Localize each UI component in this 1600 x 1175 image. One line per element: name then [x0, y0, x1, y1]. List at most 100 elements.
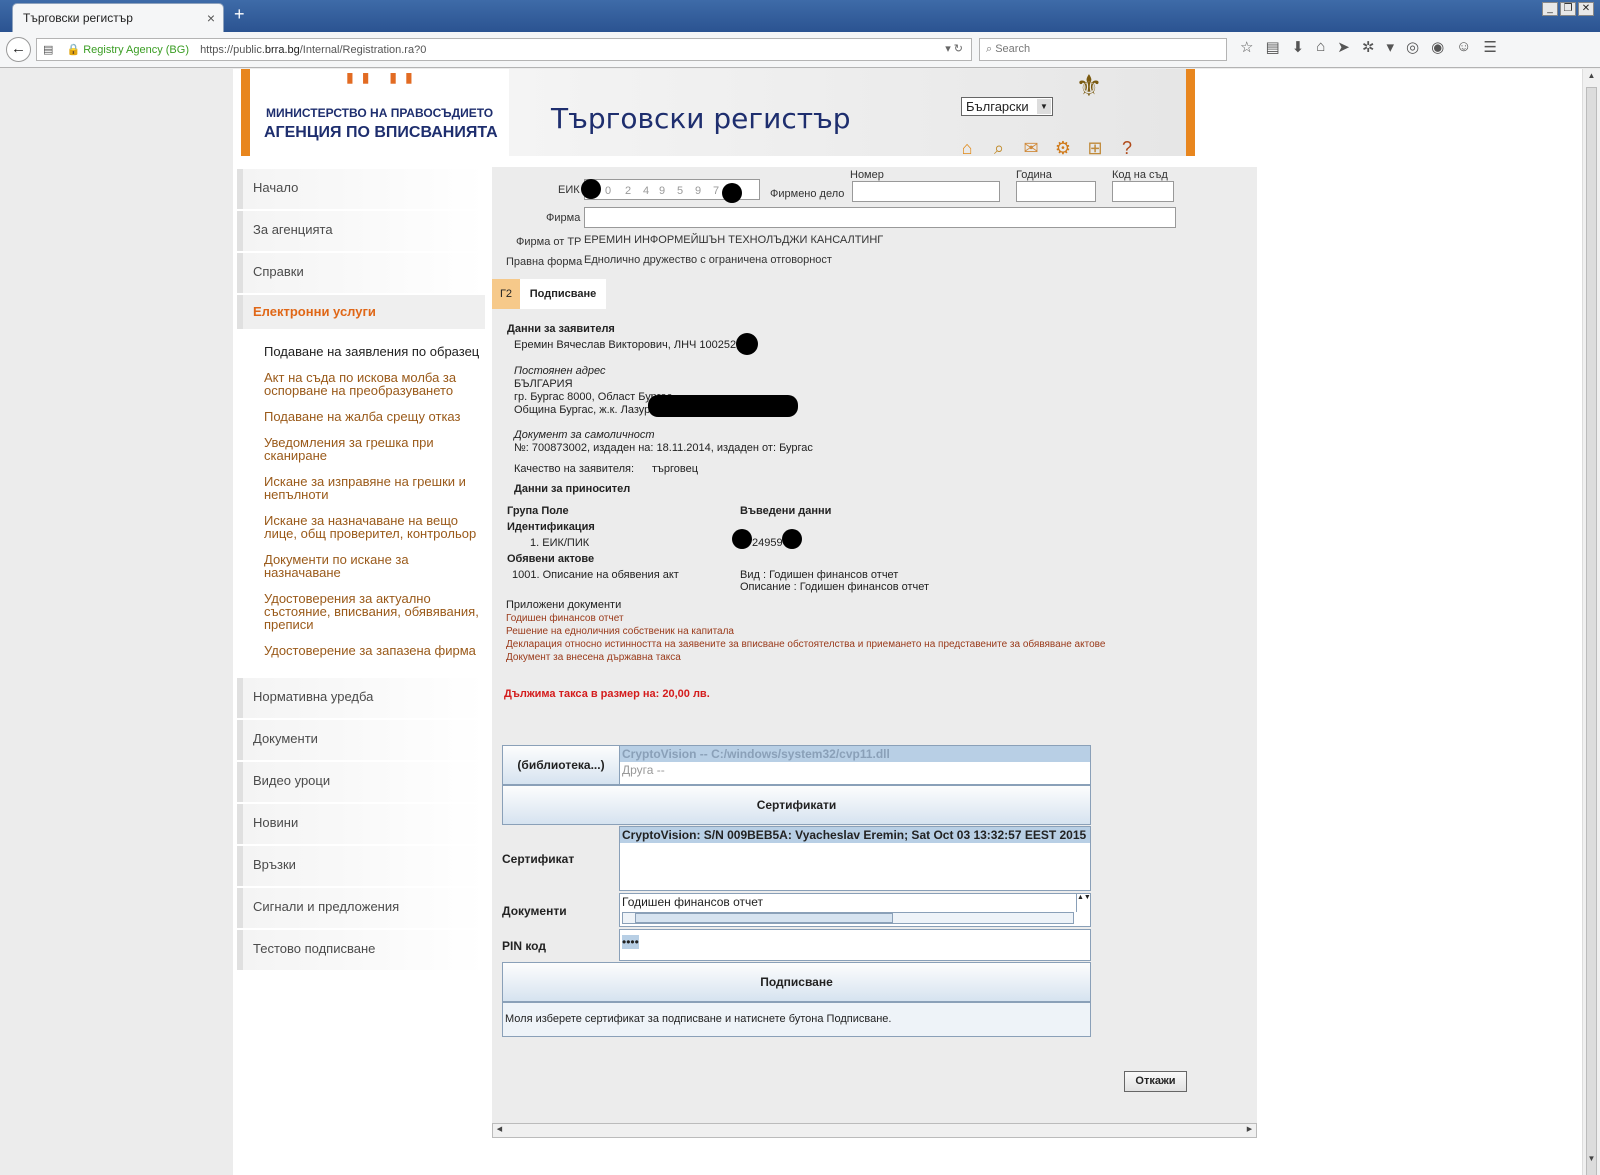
pin-value: •••• — [622, 935, 639, 949]
tab-signing[interactable]: Подписване — [520, 279, 606, 309]
subnav-item[interactable]: Документи по искане за назначаване — [264, 553, 484, 579]
pin-input[interactable]: •••• — [619, 929, 1091, 961]
eik-field-item: 1. ЕИК/ПИК — [530, 537, 590, 549]
library-option[interactable]: Друга -- — [620, 762, 1090, 778]
smiley-icon[interactable]: ☺ — [1456, 38, 1471, 56]
new-tab-icon[interactable]: + — [234, 4, 245, 25]
back-icon[interactable]: ← — [6, 37, 31, 62]
search-icon: ⌕ — [986, 43, 996, 55]
tab-form-code[interactable]: Г2 — [492, 279, 520, 309]
extension-icon[interactable]: ✲ — [1362, 38, 1375, 56]
nav-video-lessons[interactable]: Видео уроци — [237, 762, 485, 802]
address-bar[interactable]: ▤ 🔒 Registry Agency (BG) https://public.… — [36, 38, 972, 61]
subnav-item[interactable]: Подаване на заявления по образец — [264, 345, 484, 358]
main-hscroll[interactable]: ◀ ▶ — [492, 1123, 1257, 1138]
coat-of-arms-icon: ⚜ — [1075, 70, 1103, 103]
search-icon[interactable]: ⌕ — [987, 136, 1011, 160]
identity-badge[interactable]: Registry Agency (BG) — [83, 44, 189, 56]
minimize-icon[interactable]: _ — [1542, 2, 1558, 16]
signer-applet: (библиотека...) CryptoVision -- C:/windo… — [502, 745, 1092, 1037]
nav-feedback[interactable]: Сигнали и предложения — [237, 888, 485, 928]
nav-regulations[interactable]: Нормативна уредба — [237, 678, 485, 718]
site-banner: Търговски регистър ⚜ Български ▼ ⌂ ⌕ ✉ ⚙… — [509, 69, 1195, 158]
library-option[interactable]: CryptoVision -- C:/windows/system32/cvp1… — [620, 746, 1090, 762]
chevron-left-icon[interactable]: ◀ — [494, 1125, 505, 1136]
reader-icon[interactable]: ▤ — [43, 44, 53, 56]
subnav-item[interactable]: Искане за изправяне на грешки и непълнот… — [264, 475, 484, 501]
attachment-link[interactable]: Решение на едноличния собственик на капи… — [506, 626, 734, 637]
court-code-input[interactable] — [1112, 181, 1174, 202]
form-tabs: Г2 Подписване — [492, 279, 606, 309]
pin-label: PIN код — [502, 939, 546, 953]
subnav-item[interactable]: Подаване на жалба срещу отказ — [264, 410, 484, 423]
star-icon[interactable]: ☆ — [1240, 38, 1253, 56]
language-select[interactable]: Български ▼ — [961, 97, 1053, 116]
close-tab-icon[interactable]: × — [207, 10, 215, 26]
nav-e-services[interactable]: Електронни услуги — [237, 295, 485, 329]
number-label: Номер — [850, 169, 884, 181]
nav-agency[interactable]: За агенцията — [237, 211, 485, 251]
library-button[interactable]: (библиотека...) — [502, 745, 620, 785]
subnav-item[interactable]: Акт на съда по искова молба за оспорване… — [264, 371, 484, 397]
bookmarks-icon[interactable]: ▤ — [1265, 38, 1279, 56]
documents-hscroll[interactable] — [622, 912, 1074, 924]
nav-news[interactable]: Новини — [237, 804, 485, 844]
nav-home[interactable]: Начало — [237, 169, 485, 209]
certificate-option[interactable]: CryptoVision: S/N 009BEB5A: Vyacheslav E… — [620, 827, 1090, 843]
certificates-button[interactable]: Сертификати — [502, 785, 1091, 825]
library-list[interactable]: CryptoVision -- C:/windows/system32/cvp1… — [619, 745, 1091, 785]
nav-links[interactable]: Връзки — [237, 846, 485, 886]
sync-icon[interactable]: ◉ — [1431, 38, 1444, 56]
subnav-item[interactable]: Искане за назначаване на вещо лице, общ … — [264, 514, 484, 540]
certificate-list[interactable]: CryptoVision: S/N 009BEB5A: Vyacheslav E… — [619, 826, 1091, 891]
search-input[interactable]: ⌕ Search — [979, 38, 1227, 61]
sign-button[interactable]: Подписване — [502, 962, 1091, 1002]
attachment-link[interactable]: Годишен финансов отчет — [506, 613, 624, 624]
close-window-icon[interactable]: ✕ — [1578, 2, 1594, 16]
chevron-up-icon[interactable]: ▲ — [1585, 71, 1598, 84]
reload-icon[interactable]: ▾ ↻ — [945, 42, 963, 55]
send-icon[interactable]: ➤ — [1337, 38, 1350, 56]
home-icon[interactable]: ⌂ — [1316, 38, 1325, 56]
case-number-input[interactable] — [852, 181, 1000, 202]
url-host: brra.bg — [264, 44, 300, 56]
settings-icon[interactable]: ⚙ — [1051, 136, 1075, 160]
agency-logo[interactable]: ▮▮ ▮▮ МИНИСТЕРСТВО НА ПРАВОСЪДИЕТО АГЕНЦ… — [241, 69, 503, 156]
home-icon[interactable]: ⌂ — [955, 136, 979, 160]
cancel-button[interactable]: Откажи — [1124, 1071, 1187, 1092]
lock-icon[interactable]: 🔒 — [66, 44, 80, 56]
site-container: ▮▮ ▮▮ МИНИСТЕРСТВО НА ПРАВОСЪДИЕТО АГЕНЦ… — [233, 69, 1582, 1175]
mail-icon[interactable]: ✉ — [1019, 136, 1043, 160]
pocket-icon[interactable]: ◎ — [1406, 38, 1419, 56]
download-icon[interactable]: ⬇ — [1292, 38, 1305, 56]
browser-tab[interactable]: Търговски регистър × — [12, 3, 224, 32]
address-municipality: Община Бургас, ж.к. Лазур — [514, 404, 651, 416]
subnav-item[interactable]: Удостоверение за запазена фирма — [264, 644, 484, 657]
document-option[interactable]: Годишен финансов отчет — [620, 894, 1090, 910]
help-icon[interactable]: ? — [1115, 136, 1139, 160]
chevron-down-icon[interactable]: ▼ — [1585, 1154, 1598, 1167]
page-vscroll[interactable]: ▲ ▼ — [1582, 69, 1600, 1175]
scroll-thumb[interactable] — [635, 913, 893, 923]
subnav-item[interactable]: Уведомления за грешка при сканиране — [264, 436, 484, 462]
attachment-link[interactable]: Документ за внесена държавна такса — [506, 652, 681, 663]
subnav-item[interactable]: Удостоверения за актуално състояние, впи… — [264, 592, 484, 631]
nav-documents[interactable]: Документи — [237, 720, 485, 760]
firm-input[interactable] — [584, 207, 1176, 228]
maximize-icon[interactable]: ❐ — [1560, 2, 1576, 16]
agency-emblem-icon: ▮▮ ▮▮ — [346, 69, 421, 85]
menu-icon[interactable]: ☰ — [1483, 38, 1496, 56]
nav-reports[interactable]: Справки — [237, 253, 485, 293]
attachment-link[interactable]: Декларация относно истинността на заявен… — [506, 639, 1105, 650]
dropdown-icon[interactable]: ▾ — [1386, 38, 1394, 56]
sitemap-icon[interactable]: ⊞ — [1083, 136, 1107, 160]
scroll-thumb[interactable] — [1586, 87, 1597, 1175]
entered-data-header: Въведени данни — [740, 505, 832, 517]
case-year-input[interactable] — [1016, 181, 1096, 202]
eik-digit: 0 — [605, 185, 612, 197]
documents-list[interactable]: Годишен финансов отчет ▲▼ — [619, 893, 1091, 927]
acts-heading: Обявени актове — [507, 553, 595, 565]
chevron-right-icon[interactable]: ▶ — [1244, 1125, 1255, 1136]
nav-test-signing[interactable]: Тестово подписване — [237, 930, 485, 970]
chevron-up-down-icon[interactable]: ▲▼ — [1076, 894, 1091, 912]
